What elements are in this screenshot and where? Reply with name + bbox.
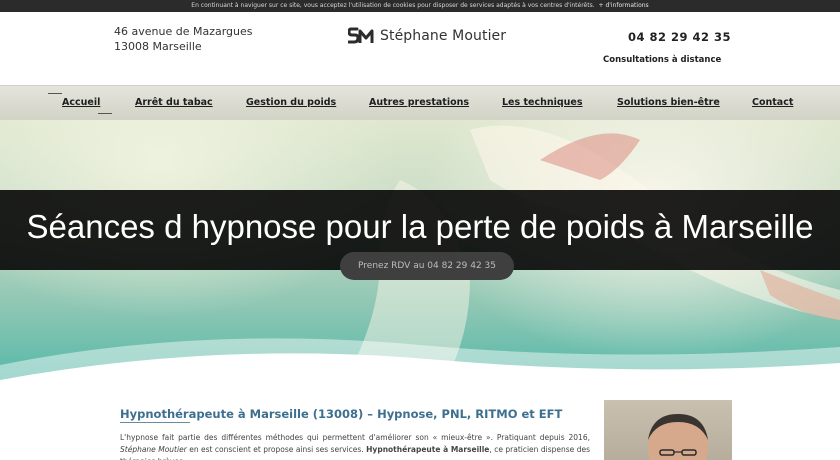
intro-text-name: Stéphane Moutier (120, 445, 187, 454)
header-phone[interactable]: 04 82 29 42 35 (628, 30, 731, 44)
hero-title: Séances d hypnose pour la perte de poids… (26, 208, 814, 245)
appointment-button[interactable]: Prenez RDV au 04 82 29 42 35 (340, 252, 514, 280)
heading-underline (120, 422, 190, 423)
intro-text-part2: en est conscient et propose ainsi ses se… (186, 445, 367, 454)
nav-item-gestion-poids[interactable]: Gestion du poids (246, 97, 336, 108)
site-header: 46 avenue de Mazargues 13008 Marseille S… (0, 12, 840, 85)
cookie-info-link[interactable]: + d'informations (599, 2, 649, 9)
portrait-figure (648, 414, 708, 460)
nav-item-solutions-bien-etre[interactable]: Solutions bien-être (617, 97, 720, 108)
nav-item-arret-tabac[interactable]: Arrêt du tabac (135, 97, 213, 108)
intro-paragraph: L'hypnose fait partie des différentes mé… (120, 432, 590, 460)
nav-item-autres-prestations[interactable]: Autres prestations (369, 97, 469, 108)
address-street: 46 avenue de Mazargues (114, 25, 253, 38)
hero-banner: Séances d hypnose pour la perte de poids… (0, 120, 840, 390)
brand-logo-link[interactable]: Stéphane Moutier (348, 26, 506, 46)
address-city: 13008 Marseille (114, 40, 202, 53)
nav-item-accueil[interactable]: Accueil (62, 97, 100, 108)
nav-active-marker-bottom (98, 113, 112, 114)
therapist-portrait (604, 400, 732, 460)
intro-text-part1: L'hypnose fait partie des différentes mé… (120, 433, 590, 442)
intro-text-bold: Hypnothérapeute à Marseille (366, 445, 490, 454)
address-block: 46 avenue de Mazargues 13008 Marseille (114, 24, 253, 54)
sm-monogram-icon (348, 27, 374, 44)
section-heading: Hypnothérapeute à Marseille (13008) – Hy… (120, 407, 563, 421)
nav-item-contact[interactable]: Contact (752, 97, 793, 108)
cookie-notice-text: En continuant à naviguer sur ce site, vo… (191, 2, 595, 9)
cookie-notice-bar: En continuant à naviguer sur ce site, vo… (0, 0, 840, 12)
main-content: Hypnothérapeute à Marseille (13008) – Hy… (0, 390, 840, 460)
brand-name: Stéphane Moutier (380, 28, 507, 44)
hero-bottom-wave (0, 338, 840, 390)
nav-active-marker-top (48, 93, 62, 94)
remote-consultation-label: Consultations à distance (603, 55, 722, 65)
main-navigation: Accueil Arrêt du tabac Gestion du poids … (0, 85, 840, 120)
nav-item-techniques[interactable]: Les techniques (502, 97, 583, 108)
